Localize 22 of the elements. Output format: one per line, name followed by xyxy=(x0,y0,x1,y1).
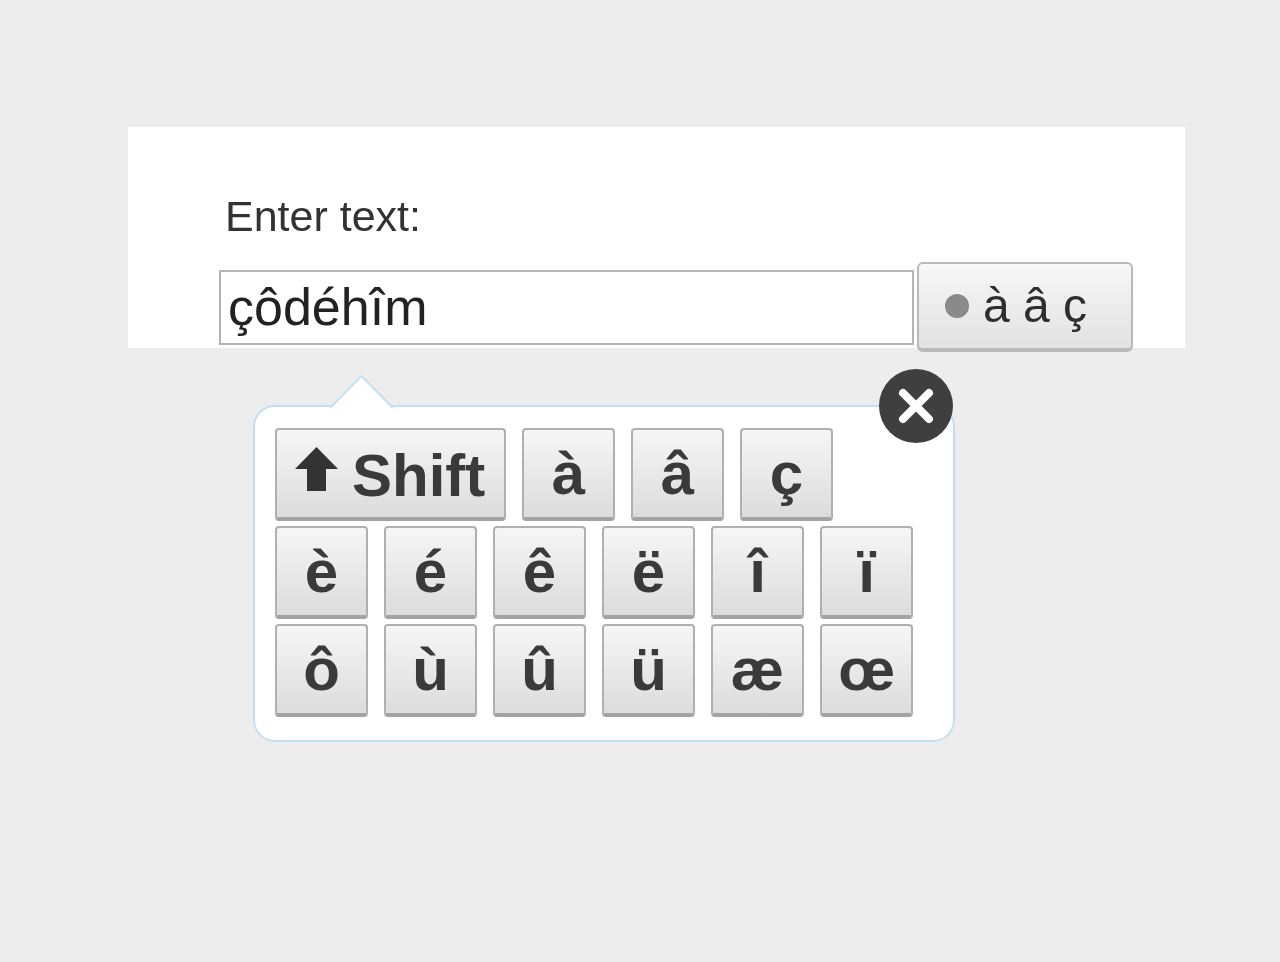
character-key[interactable]: ç xyxy=(740,428,833,521)
field-label: Enter text: xyxy=(225,195,421,238)
character-key[interactable]: ê xyxy=(493,526,586,619)
character-key[interactable]: é xyxy=(384,526,477,619)
character-key[interactable]: ô xyxy=(275,624,368,717)
character-key[interactable]: ù xyxy=(384,624,477,717)
character-key[interactable]: â xyxy=(631,428,724,521)
character-key[interactable]: œ xyxy=(820,624,913,717)
character-key[interactable]: î xyxy=(711,526,804,619)
character-key[interactable]: ü xyxy=(602,624,695,717)
up-arrow-icon xyxy=(295,447,338,491)
character-key[interactable]: è xyxy=(275,526,368,619)
close-icon[interactable] xyxy=(879,369,953,443)
character-key[interactable]: à xyxy=(522,428,615,521)
character-key[interactable]: ë xyxy=(602,526,695,619)
shift-key[interactable]: Shift xyxy=(275,428,506,521)
text-input[interactable]: çôdéhîm xyxy=(219,269,914,345)
character-key[interactable]: ï xyxy=(820,526,913,619)
character-key[interactable]: æ xyxy=(711,624,804,717)
dot-icon xyxy=(945,294,969,318)
character-key[interactable]: û xyxy=(493,624,586,717)
keyboard-toggle-button[interactable]: à â ç xyxy=(917,262,1133,352)
